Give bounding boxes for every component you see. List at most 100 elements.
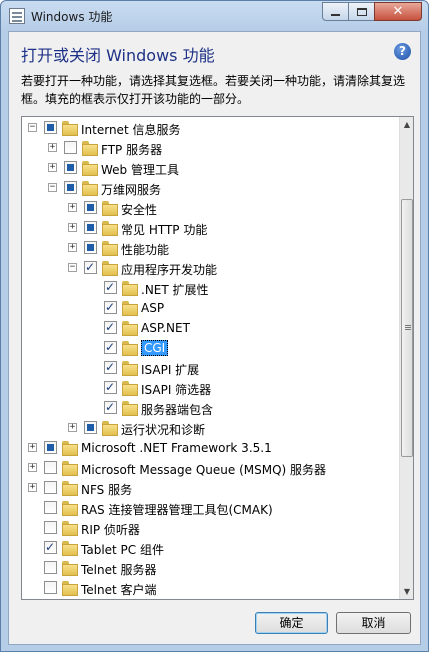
feature-checkbox[interactable] xyxy=(64,161,77,174)
tree-item-label[interactable]: ISAPI 扩展 xyxy=(141,361,199,378)
collapse-icon[interactable]: − xyxy=(48,183,57,192)
feature-checkbox[interactable] xyxy=(44,121,57,134)
folder-icon xyxy=(82,160,98,176)
features-tree-view[interactable]: − Internet 信息服务 + FTP 服务器 + Web 管理工具 − 万维网服务 + 安全… xyxy=(21,116,414,600)
tree-item-label[interactable]: NFS 服务 xyxy=(81,481,132,498)
tree-item[interactable]: + Web 管理工具 xyxy=(22,158,399,178)
tree-item[interactable]: ISAPI 筛选器 xyxy=(22,378,399,398)
tree-item-label[interactable]: 服务器端包含 xyxy=(141,401,213,418)
tree-item-label[interactable]: 性能功能 xyxy=(121,241,169,258)
feature-checkbox[interactable] xyxy=(104,360,117,374)
expand-icon[interactable]: + xyxy=(48,163,57,172)
tree-item[interactable]: + NFS 服务 xyxy=(22,478,399,498)
scroll-up-button[interactable]: ▲ xyxy=(400,117,413,132)
feature-checkbox[interactable] xyxy=(84,260,97,274)
tree-item-label[interactable]: 应用程序开发功能 xyxy=(121,261,217,278)
tree-item[interactable]: + 性能功能 xyxy=(22,238,399,258)
tree-item-label[interactable]: 安全性 xyxy=(121,201,157,218)
minimize-button[interactable] xyxy=(322,2,349,21)
tree-item[interactable]: 服务器端包含 xyxy=(22,398,399,418)
feature-checkbox[interactable] xyxy=(84,241,97,254)
tree-item-label[interactable]: Microsoft .NET Framework 3.5.1 xyxy=(81,441,272,455)
tree-item-label[interactable]: 万维网服务 xyxy=(101,181,161,198)
tree-item[interactable]: ASP xyxy=(22,298,399,318)
expand-icon[interactable]: + xyxy=(28,443,37,452)
tree-item[interactable]: RIP 侦听器 xyxy=(22,518,399,538)
feature-checkbox[interactable] xyxy=(64,141,77,154)
feature-checkbox[interactable] xyxy=(104,280,117,294)
tree-item-label[interactable]: Telnet 客户端 xyxy=(81,581,157,598)
tree-item[interactable]: CGI xyxy=(22,338,399,358)
tree-item[interactable]: − 应用程序开发功能 xyxy=(22,258,399,278)
feature-checkbox[interactable] xyxy=(104,400,117,414)
help-icon[interactable]: ? xyxy=(394,43,411,60)
expand-icon[interactable]: + xyxy=(28,463,37,472)
cancel-button[interactable]: 取消 xyxy=(336,612,411,634)
feature-checkbox[interactable] xyxy=(104,380,117,394)
tree-item[interactable]: RAS 连接管理器管理工具包(CMAK) xyxy=(22,498,399,518)
tree-item[interactable]: Telnet 服务器 xyxy=(22,558,399,578)
feature-checkbox[interactable] xyxy=(44,561,57,574)
tree-item-label[interactable]: Web 管理工具 xyxy=(101,161,179,178)
feature-checkbox[interactable] xyxy=(104,320,117,334)
collapse-icon[interactable]: − xyxy=(28,123,37,132)
tree-item-label[interactable]: Telnet 服务器 xyxy=(81,561,157,578)
tree-item-label[interactable]: 运行状况和诊断 xyxy=(121,421,205,438)
tree-item[interactable]: + 运行状况和诊断 xyxy=(22,418,399,438)
feature-checkbox[interactable] xyxy=(44,501,57,514)
scrollbar-thumb[interactable] xyxy=(401,199,413,457)
tree-item[interactable]: + FTP 服务器 xyxy=(22,138,399,158)
expand-icon[interactable]: + xyxy=(68,203,77,212)
feature-checkbox[interactable] xyxy=(44,481,57,494)
tree-item[interactable]: − 万维网服务 xyxy=(22,178,399,198)
feature-checkbox[interactable] xyxy=(44,441,57,454)
tree-item-label[interactable]: ASP xyxy=(141,301,164,315)
tree-item[interactable]: ASP.NET xyxy=(22,318,399,338)
feature-checkbox[interactable] xyxy=(44,521,57,534)
vertical-scrollbar[interactable]: ▲ ▼ xyxy=(399,117,413,599)
feature-checkbox[interactable] xyxy=(44,461,57,474)
scroll-down-button[interactable]: ▼ xyxy=(400,584,413,599)
tree-item-label[interactable]: .NET 扩展性 xyxy=(141,281,209,298)
expand-icon[interactable]: + xyxy=(68,223,77,232)
expand-icon[interactable]: + xyxy=(28,483,37,492)
tree-item[interactable]: + 安全性 xyxy=(22,198,399,218)
tree-item[interactable]: Tablet PC 组件 xyxy=(22,538,399,558)
tree-item-label[interactable]: RAS 连接管理器管理工具包(CMAK) xyxy=(81,501,273,518)
tree-item-label[interactable]: Internet 信息服务 xyxy=(81,121,180,138)
tree-item-label[interactable]: CGI xyxy=(141,340,169,356)
collapse-icon[interactable]: − xyxy=(68,263,77,272)
tree-item-label[interactable]: FTP 服务器 xyxy=(101,141,162,158)
tree-item-label[interactable]: Microsoft Message Queue (MSMQ) 服务器 xyxy=(81,461,326,478)
feature-checkbox[interactable] xyxy=(44,581,57,594)
tree-item[interactable]: + 常见 HTTP 功能 xyxy=(22,218,399,238)
tree-item[interactable]: + Microsoft Message Queue (MSMQ) 服务器 xyxy=(22,458,399,478)
folder-icon xyxy=(122,320,138,336)
feature-checkbox[interactable] xyxy=(104,300,117,314)
tree-item[interactable]: .NET 扩展性 xyxy=(22,278,399,298)
expand-icon[interactable]: + xyxy=(68,423,77,432)
tree-item-label[interactable]: ASP.NET xyxy=(141,321,190,335)
title-bar[interactable]: Windows 功能 ✕ xyxy=(1,1,428,31)
close-button[interactable]: ✕ xyxy=(374,2,422,21)
feature-checkbox[interactable] xyxy=(84,221,97,234)
expand-icon[interactable]: + xyxy=(48,143,57,152)
maximize-button[interactable] xyxy=(348,2,375,21)
maximize-icon xyxy=(356,7,367,16)
ok-button[interactable]: 确定 xyxy=(255,612,328,634)
tree-item[interactable]: Telnet 客户端 xyxy=(22,578,399,598)
tree-item-label[interactable]: Tablet PC 组件 xyxy=(81,541,164,558)
feature-checkbox[interactable] xyxy=(84,201,97,214)
feature-checkbox[interactable] xyxy=(44,540,57,554)
tree-item-label[interactable]: ISAPI 筛选器 xyxy=(141,381,211,398)
tree-item[interactable]: ISAPI 扩展 xyxy=(22,358,399,378)
expand-icon[interactable]: + xyxy=(68,243,77,252)
folder-icon xyxy=(62,120,78,136)
tree-item[interactable]: + Microsoft .NET Framework 3.5.1 xyxy=(22,438,399,458)
tree-item[interactable]: − Internet 信息服务 xyxy=(22,118,399,138)
tree-item-label[interactable]: RIP 侦听器 xyxy=(81,521,140,538)
tree-item-label[interactable]: 常见 HTTP 功能 xyxy=(121,221,207,238)
feature-checkbox[interactable] xyxy=(84,421,97,434)
feature-checkbox[interactable] xyxy=(64,181,77,194)
feature-checkbox[interactable] xyxy=(104,340,117,354)
